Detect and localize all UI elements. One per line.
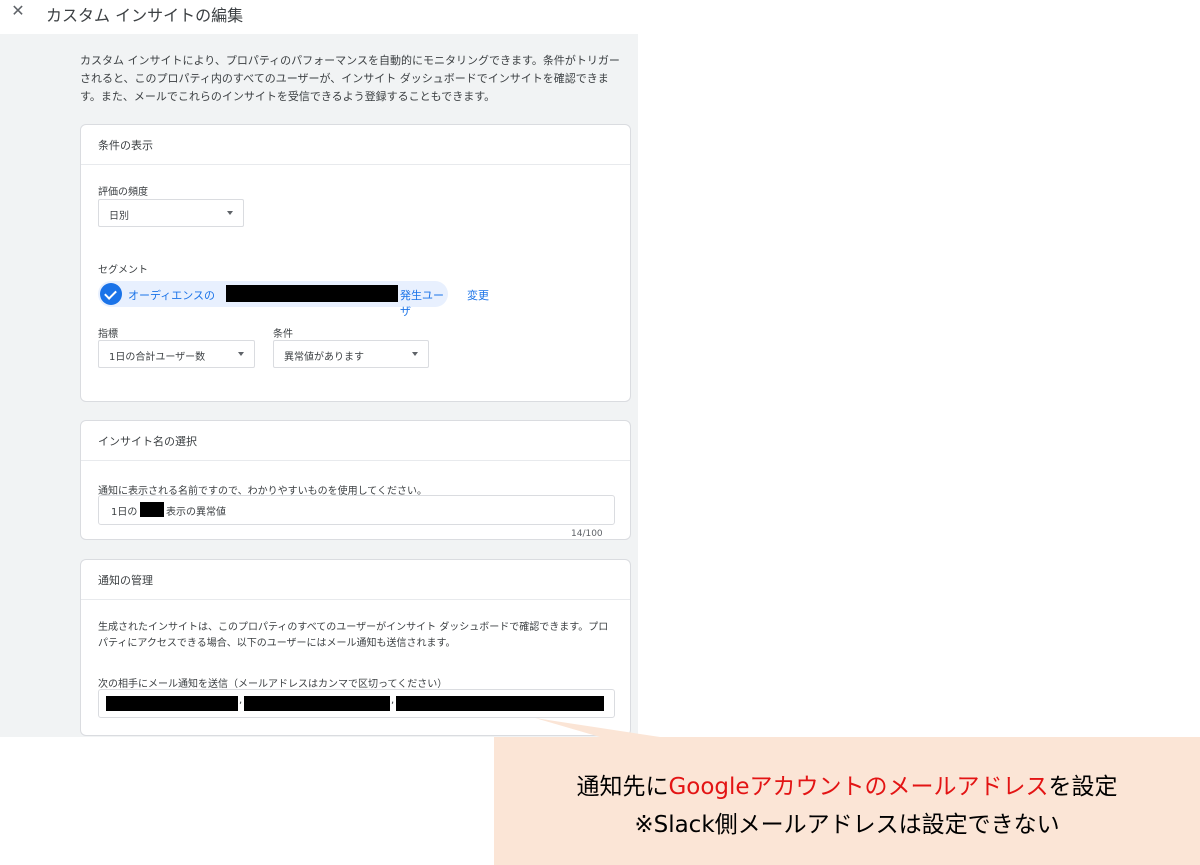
insight-name-suffix: 表示の異常値 (166, 507, 226, 518)
notifications-heading: 通知の管理 (81, 560, 630, 600)
callout-highlight: Googleアカウントのメールアドレス (668, 774, 1049, 800)
callout-prefix: 通知先に (576, 774, 669, 800)
char-counter: 14/100 (571, 529, 603, 539)
email-label: 次の相手にメール通知を送信（メールアドレスはカンマで区切ってください） (98, 679, 448, 690)
frequency-label: 評価の頻度 (98, 187, 148, 198)
frequency-value: 日別 (109, 211, 129, 222)
email-separator: , (239, 695, 243, 706)
insight-name-prefix: 1日の (111, 507, 138, 518)
dropdown-arrow-icon (238, 352, 244, 356)
redacted-block (226, 285, 398, 302)
metric-value: 1日の合計ユーザー数 (109, 352, 206, 363)
header-bar: ✕ カスタム インサイトの編集 (0, 0, 640, 34)
page-title: カスタム インサイトの編集 (46, 6, 244, 25)
callout-line-2: ※Slack側メールアドレスは設定できない (634, 812, 1060, 838)
check-circle-icon (100, 283, 122, 305)
condition-label: 条件 (273, 329, 293, 340)
condition-select[interactable]: 異常値があります (273, 340, 429, 368)
close-icon[interactable]: ✕ (9, 2, 27, 20)
segment-suffix: 発生ユーザ (400, 289, 444, 318)
email-input[interactable]: , , (98, 689, 615, 718)
insight-name-heading: インサイト名の選択 (81, 421, 630, 461)
segment-change-link[interactable]: 変更 (467, 287, 489, 303)
edit-panel: カスタム インサイトにより、プロパティのパフォーマンスを自動的にモニタリングでき… (0, 34, 638, 737)
frequency-select[interactable]: 日別 (98, 199, 244, 227)
redacted-block (244, 696, 390, 711)
notifications-card: 通知の管理 生成されたインサイトは、このプロパティのすべてのユーザーがインサイト… (80, 559, 631, 736)
intro-text: カスタム インサイトにより、プロパティのパフォーマンスを自動的にモニタリングでき… (80, 54, 620, 103)
dropdown-arrow-icon (227, 211, 233, 215)
callout-line-1: 通知先にGoogleアカウントのメールアドレスを設定 (494, 767, 1200, 801)
condition-value: 異常値があります (284, 352, 364, 363)
metric-select[interactable]: 1日の合計ユーザー数 (98, 340, 255, 368)
redacted-block (106, 696, 238, 711)
redacted-block (140, 502, 164, 517)
segment-chip[interactable]: オーディエンスの 発生ユーザ (98, 281, 448, 318)
email-separator: , (391, 695, 395, 706)
conditions-heading: 条件の表示 (81, 125, 630, 165)
annotation-callout: 通知先にGoogleアカウントのメールアドレスを設定 ※Slack側メールアドレ… (494, 737, 1200, 865)
page-root: ✕ カスタム インサイトの編集 カスタム インサイトにより、プロパティのパフォー… (0, 0, 1200, 865)
conditions-card: 条件の表示 評価の頻度 日別 セグメント オーディエンスの 発生ユーザ 変更 指… (80, 124, 631, 402)
callout-suffix: を設定 (1048, 774, 1118, 800)
notifications-desc: 生成されたインサイトは、このプロパティのすべてのユーザーがインサイト ダッシュボ… (98, 622, 609, 649)
redacted-block (396, 696, 604, 711)
segment-prefix: オーディエンスの (128, 289, 216, 302)
dropdown-arrow-icon (412, 352, 418, 356)
insight-name-input[interactable]: 1日の 表示の異常値 (98, 495, 615, 525)
metric-label: 指標 (98, 329, 118, 340)
segment-label: セグメント (98, 265, 148, 276)
insight-name-card: インサイト名の選択 通知に表示される名前ですので、わかりやすいものを使用してくだ… (80, 420, 631, 540)
